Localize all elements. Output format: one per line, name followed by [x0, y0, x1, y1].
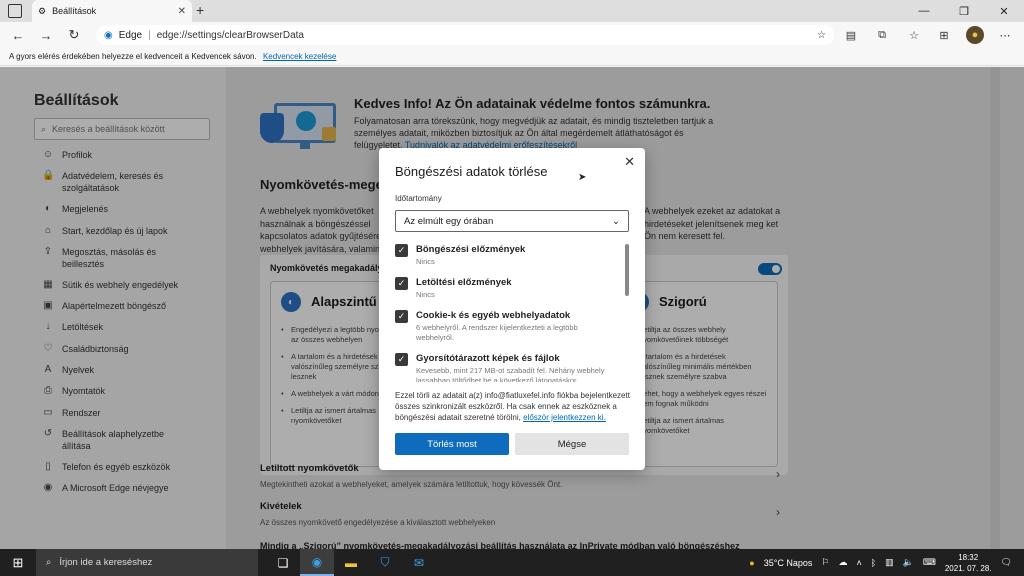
manage-favorites-link[interactable]: Kedvencek kezelése	[263, 52, 336, 61]
checkbox[interactable]: ✓	[395, 244, 408, 257]
option-label: Letöltési előzmények	[416, 277, 512, 288]
option-label: Gyorsítótárazott képek és fájlok	[416, 353, 560, 364]
maximize-icon[interactable]: ❐	[944, 0, 984, 22]
file-explorer-icon[interactable]: ▬	[334, 549, 368, 576]
favorites-bar-text: A gyors elérés érdekében helyezze el ked…	[9, 52, 257, 61]
search-icon: ⌕	[46, 557, 52, 568]
cloud-icon[interactable]: ☁	[838, 557, 847, 568]
checkbox[interactable]: ✓	[395, 353, 408, 366]
data-options-list: ✓ Böngészési előzmények Nincs ✓ Letöltési…	[395, 244, 615, 382]
close-tab-icon[interactable]: ✕	[178, 6, 186, 17]
clock-date: 2021. 07. 28.	[944, 563, 992, 573]
system-tray: ● 35°C Napos ⚐ ☁ ˄ ᛒ ▥ 🔈 ⌨ 18:32 2021. 0…	[749, 549, 1024, 576]
minimize-icon[interactable]: —	[904, 0, 944, 22]
option-cache[interactable]: ✓ Gyorsítótárazott képek és fájlok Kevese…	[395, 353, 615, 382]
avatar[interactable]: ●	[966, 26, 984, 44]
mouse-cursor-icon: ➤	[578, 172, 587, 183]
option-history[interactable]: ✓ Böngészési előzmények Nincs	[395, 244, 615, 267]
clear-data-dialog: Böngészési adatok törlése ✕ Időtartomány…	[379, 148, 645, 470]
bluetooth-icon[interactable]: ᛒ	[871, 558, 876, 568]
more-icon[interactable]: ⋯	[996, 26, 1014, 44]
weather-text[interactable]: 35°C Napos	[764, 558, 813, 568]
edge-taskbar-icon[interactable]: ◉	[300, 549, 334, 576]
tab-title: Beállítások	[52, 6, 97, 16]
network-icon[interactable]: ▥	[885, 557, 894, 568]
close-icon[interactable]: ✕	[624, 154, 635, 170]
tab-settings[interactable]: ⚙ Beállítások ✕	[32, 0, 192, 22]
collections-icon[interactable]: ⊞	[935, 26, 953, 44]
dialog-title: Böngészési adatok törlése	[395, 164, 548, 179]
add-favorite-icon[interactable]: ☆	[817, 30, 826, 41]
navigation-bar: ← → ↻ ◉ Edge | edge://settings/clearBrow…	[0, 22, 1024, 48]
dialog-scrollbar[interactable]	[625, 244, 629, 296]
address-url: edge://settings/clearBrowserData	[156, 29, 304, 41]
option-cookies[interactable]: ✓ Cookie-k és egyéb webhelyadatok 6 webhe…	[395, 310, 615, 343]
chevron-up-icon[interactable]: ˄	[856, 558, 861, 568]
volume-icon[interactable]: 🔈	[903, 557, 914, 568]
address-brand: Edge	[118, 29, 143, 41]
notification-icon[interactable]: 🗨	[1001, 557, 1012, 568]
favorites-bar: A gyors elérés érdekében helyezze el ked…	[0, 48, 1024, 66]
forward-icon[interactable]: →	[32, 22, 60, 48]
option-desc: Kevesebb, mint 217 MB-ot szabadít fel. N…	[416, 366, 605, 382]
address-separator: |	[148, 29, 151, 41]
close-window-icon[interactable]: ✕	[984, 0, 1024, 22]
checkbox[interactable]: ✓	[395, 310, 408, 323]
extensions-icon[interactable]: ⧉	[873, 26, 891, 44]
people-icon[interactable]: ⚐	[821, 557, 829, 568]
clock-time: 18:32	[958, 552, 979, 562]
option-label: Böngészési előzmények	[416, 244, 526, 255]
task-view-icon[interactable]: ❏	[266, 549, 300, 576]
option-label: Cookie-k és egyéb webhelyadatok	[416, 310, 571, 321]
favorites-icon[interactable]: ☆	[905, 26, 923, 44]
option-desc: Nincs	[416, 257, 435, 266]
option-desc: Nincs	[416, 290, 435, 299]
time-range-select[interactable]: Az elmúlt egy órában ⌄	[395, 210, 629, 232]
option-desc: 6 webhelyről. A rendszer kijelentkezteti…	[416, 323, 578, 342]
cancel-button[interactable]: Mégse	[515, 433, 629, 455]
taskbar-search-input[interactable]: ⌕ Írjon ide a kereséshez	[36, 549, 258, 576]
taskbar-search-placeholder: Írjon ide a kereséshez	[59, 557, 153, 568]
new-tab-icon[interactable]: +	[196, 2, 204, 18]
edge-icon: ◉	[104, 29, 113, 41]
store-icon[interactable]: ⛉	[368, 549, 402, 576]
address-bar[interactable]: ◉ Edge | edge://settings/clearBrowserDat…	[96, 25, 834, 45]
checkbox[interactable]: ✓	[395, 277, 408, 290]
time-range-value: Az elmúlt egy órában	[404, 215, 494, 227]
gear-icon: ⚙	[38, 5, 47, 16]
option-downloads[interactable]: ✓ Letöltési előzmények Nincs	[395, 277, 615, 300]
language-indicator-icon[interactable]: ⌨	[923, 557, 936, 568]
weather-icon[interactable]: ●	[749, 558, 754, 568]
title-bar: ⚙ Beállítások ✕ + — ❐ ✕	[0, 0, 1024, 22]
windows-start-icon[interactable]: ⊞	[0, 549, 36, 576]
back-icon[interactable]: ←	[4, 22, 32, 48]
dialog-info: Ezzel törli az adatait a(z) info@fiatlux…	[395, 390, 631, 423]
chevron-down-icon: ⌄	[612, 215, 620, 227]
delete-now-button[interactable]: Törlés most	[395, 433, 509, 455]
taskbar: ⊞ ⌕ Írjon ide a kereséshez ❏ ◉ ▬ ⛉ ✉ ● 3…	[0, 549, 1024, 576]
sign-out-link[interactable]: először jelentkezzen ki.	[523, 413, 606, 422]
clock[interactable]: 18:32 2021. 07. 28.	[945, 552, 992, 574]
refresh-icon[interactable]: ↻	[60, 22, 88, 48]
reading-view-icon[interactable]: ▤	[842, 26, 860, 44]
tab-actions-icon[interactable]	[8, 4, 22, 18]
mail-icon[interactable]: ✉	[402, 549, 436, 576]
range-label: Időtartomány	[395, 194, 442, 203]
